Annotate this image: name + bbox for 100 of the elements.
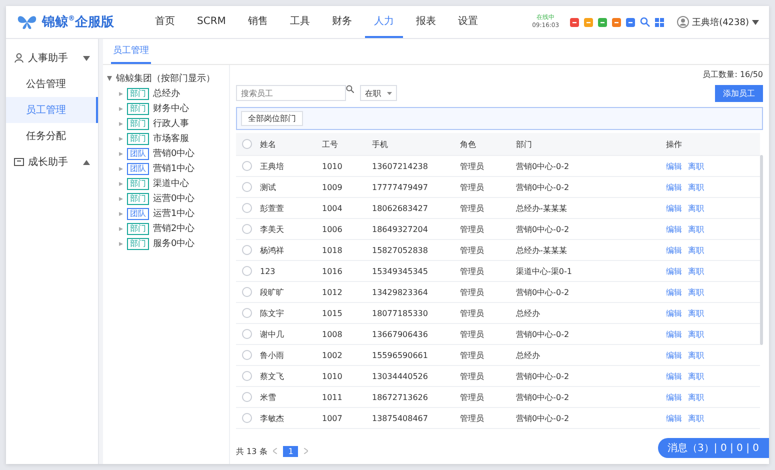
column-header: 手机 [372,138,389,150]
action-link[interactable]: 离职 [688,224,704,234]
tree-node[interactable]: 财务中心 [153,102,189,115]
action-link[interactable]: 离职 [688,266,704,276]
search-icon[interactable] [640,17,650,27]
table-cell-text: 18649327204 [372,224,429,234]
action-link[interactable]: 离职 [688,328,704,340]
nav-tab[interactable]: 设置 [448,6,487,38]
shortcut-icon[interactable] [612,18,622,26]
checkbox[interactable] [242,308,252,318]
user-name[interactable]: 王典培(4238) [692,16,749,28]
tree-node[interactable]: 渠道中心 [153,177,189,190]
checkbox[interactable] [242,224,252,234]
action-link[interactable]: 编辑 [666,160,682,172]
action-link[interactable]: 编辑 [666,412,682,424]
page-tab[interactable]: 员工管理 [111,39,151,64]
search-icon[interactable] [346,85,354,93]
add-staff-button[interactable]: 添加员工 [715,84,763,102]
table-cell-text: 测试 [260,182,277,192]
caret-icon[interactable] [83,160,90,164]
caret-icon[interactable] [752,20,759,24]
tree-node[interactable]: 运营0中心 [153,192,195,205]
action-link[interactable]: 编辑 [666,328,682,340]
action-link[interactable]: 编辑 [666,308,682,318]
checkbox[interactable] [242,139,252,149]
tree-node[interactable]: 行政人事 [153,117,189,130]
action-link[interactable]: 离职 [688,350,704,360]
scrollbar[interactable] [760,155,763,345]
action-link[interactable]: 离职 [688,286,704,298]
tree-node[interactable]: 营销1中心 [153,162,195,175]
nav-tab[interactable]: 报表 [406,6,445,38]
action-link[interactable]: 编辑 [666,182,682,192]
tree-node[interactable]: 市场客服 [153,132,189,145]
caret-icon[interactable] [107,76,112,81]
tree-node[interactable]: 总经办 [153,87,180,100]
checkbox[interactable] [242,350,252,360]
tree-node[interactable]: 运营1中心 [153,207,195,220]
sidebar-item[interactable]: 任务分配 [6,123,98,149]
action-link[interactable]: 离职 [688,244,704,256]
action-link[interactable]: 编辑 [666,392,682,402]
action-link[interactable]: 编辑 [666,224,682,234]
dept-tag: 部门 [127,178,149,190]
checkbox[interactable] [242,161,252,171]
shortcut-icon[interactable] [570,18,580,26]
message-bar[interactable]: 消息（3）| 0 | 0 | 0 [658,438,769,458]
sidebar-item[interactable]: 员工管理 [6,97,98,123]
action-link[interactable]: 离职 [688,412,704,424]
caret-icon[interactable] [387,92,392,94]
avatar-icon [677,16,690,28]
action-link[interactable]: 离职 [688,308,704,318]
caret-icon[interactable] [83,56,90,60]
sidebar-group[interactable]: 成长助手 [28,155,79,169]
action-link[interactable]: 离职 [688,202,704,214]
nav-tab[interactable]: 财务 [322,6,361,38]
next-icon[interactable] [304,448,308,454]
tree-node[interactable]: 营销2中心 [153,222,195,235]
dept-tag: 团队 [127,162,149,174]
grid-icon[interactable] [655,18,664,26]
action-link[interactable]: 编辑 [666,202,682,214]
action-link[interactable]: 离职 [688,160,704,172]
status-dropdown[interactable]: 在职 [360,85,397,101]
checkbox[interactable] [242,413,252,423]
shortcut-icon[interactable] [598,18,608,26]
sidebar-group[interactable]: 人事助手 [28,51,79,65]
nav-tab[interactable]: 工具 [280,6,319,38]
action-link[interactable]: 离职 [688,392,704,402]
table-cell-text: 管理员 [460,202,485,214]
action-link[interactable]: 编辑 [666,370,682,382]
nav-tab[interactable]: SCRM [188,6,235,38]
table-cell-text: 总经办-某某某 [516,202,568,214]
page-number[interactable]: 1 [283,446,298,456]
checkbox[interactable] [242,245,252,255]
tree-node[interactable]: 服务0中心 [153,237,195,250]
nav-tab[interactable]: 销售 [238,6,277,38]
tree-node[interactable]: 营销0中心 [153,147,195,160]
table-cell-text: 陈文宇 [260,308,285,318]
checkbox[interactable] [242,203,252,213]
shortcut-icon[interactable] [626,18,636,26]
action-link[interactable]: 离职 [688,370,704,382]
checkbox[interactable] [242,329,252,339]
checkbox[interactable] [242,266,252,276]
action-link[interactable]: 离职 [688,182,704,192]
action-link[interactable]: 编辑 [666,286,682,298]
checkbox[interactable] [242,287,252,297]
checkbox[interactable] [242,182,252,192]
previous-icon[interactable] [273,448,278,454]
table-cell-text: 13429823364 [372,288,429,296]
shortcut-icon[interactable] [584,18,594,26]
sidebar-item[interactable]: 公告管理 [6,71,98,97]
tree-node[interactable]: 锦鲸集团（按部门显示） [116,72,215,85]
action-link[interactable]: 编辑 [666,266,682,276]
search-field[interactable]: 搜索员工 [236,85,346,101]
table-cell-text: 管理员 [460,412,485,424]
nav-tab[interactable]: 首页 [146,6,184,38]
action-link[interactable]: 编辑 [666,244,682,256]
checkbox[interactable] [242,371,252,381]
filter-chip[interactable]: 全部岗位部门 [241,111,303,126]
action-link[interactable]: 编辑 [666,350,682,360]
checkbox[interactable] [242,392,252,402]
table-cell-text: 15349345345 [372,266,429,276]
